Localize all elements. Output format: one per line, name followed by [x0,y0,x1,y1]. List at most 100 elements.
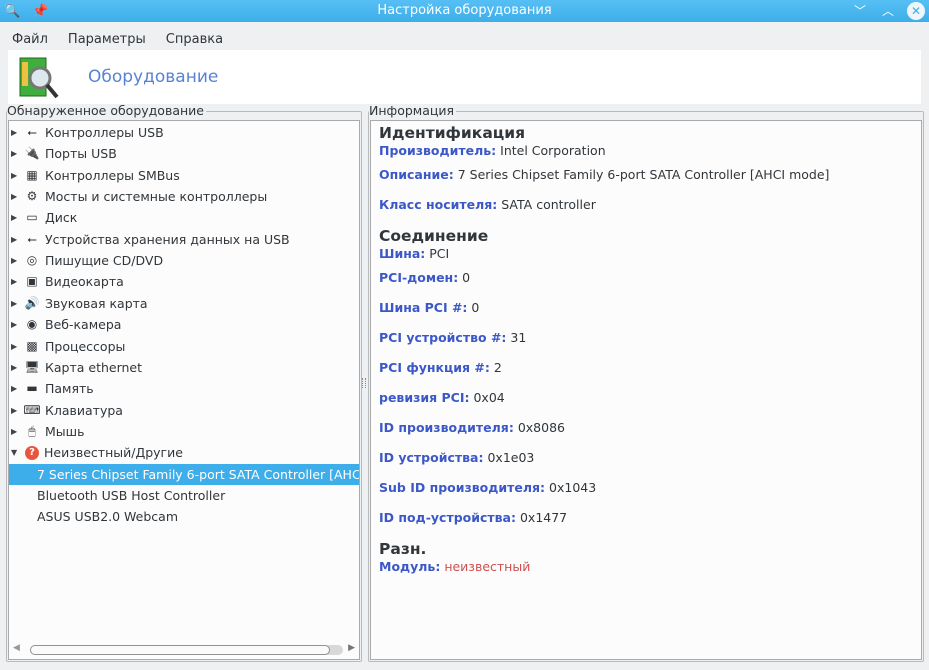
splitter-handle[interactable] [362,378,366,388]
info-field: Класс носителя: SATA controller [379,190,829,220]
info-field: Модуль: неизвестный [379,558,829,576]
field-label: Описание: [379,167,454,182]
tree-item[interactable]: ▶ ◉ Веб-камера [9,314,359,335]
tree-item[interactable]: ▶ ⚙ Мосты и системные контроллеры [9,186,359,207]
minimize-button[interactable]: ﹀ [851,2,869,20]
window-title: Настройка оборудования [377,3,552,18]
information-group: Информация Идентификация Производитель: I… [368,104,924,662]
tree-item[interactable]: ▶ 🖥 Карта ethernet [9,357,359,378]
tree-item[interactable]: ▶ ⭠ Контроллеры USB [9,122,359,143]
expand-right-icon[interactable]: ▶ [11,293,21,314]
expand-right-icon[interactable]: ▶ [11,378,21,399]
expand-right-icon[interactable]: ▶ [11,207,21,228]
close-button[interactable]: ✕ [907,2,925,20]
field-label: ревизия PCI: [379,390,470,405]
tree-item-label: Мышь [45,423,85,439]
page-title: Оборудование [88,67,219,87]
field-label: ID под-устройства: [379,510,516,525]
field-value: 0x04 [473,390,505,405]
field-value: Intel Corporation [500,143,606,158]
pin-icon[interactable]: 📌 [32,1,48,22]
horizontal-scrollbar[interactable]: ◀ ▶ [11,643,357,657]
expand-right-icon[interactable]: ▶ [11,250,21,271]
expand-right-icon[interactable]: ▶ [11,336,21,357]
expand-right-icon[interactable]: ▶ [11,143,21,164]
field-value: неизвестный [444,559,531,574]
tree-item-label: Диск [45,210,78,226]
usb-icon: ⭠ [27,125,37,139]
app-icon: 🔍 [4,4,21,19]
expand-right-icon[interactable]: ▶ [11,186,21,207]
tree-item-label: Клавиатура [45,402,123,418]
memory-icon: ▬ [26,381,38,396]
expand-right-icon[interactable]: ▶ [11,421,21,442]
tree-item[interactable]: ▶ ▬ Память [9,378,359,399]
field-label: PCI устройство #: [379,330,507,345]
usb-port-icon: 🔌 [24,146,40,161]
field-label: ID устройства: [379,450,484,465]
expand-right-icon[interactable]: ▶ [11,357,21,378]
field-label: PCI-домен: [379,270,459,285]
tree-item[interactable]: ▶ ▣ Видеокарта [9,271,359,292]
tree-item[interactable]: ▶ ▩ Процессоры [9,336,359,357]
cd-icon: ◎ [26,253,38,268]
tree-item-label: Память [45,381,94,397]
disk-icon: ▭ [26,210,38,225]
field-label: Sub ID производителя: [379,480,546,495]
hardware-tree[interactable]: ASUS USB2.0 Webcam Bluetooth USB Host Con… [8,120,360,660]
expand-right-icon[interactable]: ▶ [11,271,21,292]
section-heading: Разн. [379,540,427,558]
field-label: ID производителя: [379,420,514,435]
scroll-right-icon[interactable]: ▶ [348,643,355,653]
field-value: 0x1e03 [487,450,535,465]
tree-item-label: Карта ethernet [45,359,143,375]
expand-right-icon[interactable]: ▶ [11,229,21,250]
field-label: Класс носителя: [379,197,498,212]
expand-right-icon[interactable]: ▶ [11,165,21,186]
scroll-thumb[interactable] [30,645,330,655]
tree-item[interactable]: ASUS USB2.0 Webcam [9,506,359,527]
field-value: 0x8086 [517,420,565,435]
tree-item[interactable]: ▶ 🔌 Порты USB [9,143,359,164]
page-header: Оборудование [8,50,921,104]
tree-item[interactable]: ▶ ▭ Диск [9,207,359,228]
field-label: Модуль: [379,559,441,574]
scroll-left-icon[interactable]: ◀ [13,643,20,653]
field-value: SATA controller [501,197,596,212]
field-value: 0 [471,300,480,315]
keyboard-icon: ⌨ [23,402,41,417]
tree-item[interactable]: ▶ 🔊 Звуковая карта [9,293,359,314]
tree-item-label: Мосты и системные контроллеры [45,189,268,205]
tree-item[interactable]: ▶ ◎ Пишущие CD/DVD [9,250,359,271]
expand-down-icon[interactable]: ▼ [11,442,21,463]
expand-right-icon[interactable]: ▶ [11,314,21,335]
field-value: 7 Series Chipset Family 6-port SATA Cont… [457,167,830,182]
info-field: ID устройства: 0x1e03 [379,443,829,473]
expand-right-icon[interactable]: ▶ [11,122,21,143]
tree-item[interactable]: 7 Series Chipset Family 6-port SATA Cont… [9,463,359,485]
tree-item[interactable]: ▶ ▦ Контроллеры SMBus [9,165,359,186]
tree-item[interactable]: ▶ ⭠ Устройства хранения данных на USB [9,229,359,250]
info-field: Шина: PCI [379,245,829,263]
information-panel: Идентификация Производитель: Intel Corpor… [370,120,922,660]
field-value: 31 [510,330,527,345]
menu-file[interactable]: Файл [0,28,56,50]
maximize-button[interactable]: ︿ [879,2,897,20]
menu-bar: Файл Параметры Справка [0,28,231,50]
field-value: 0x1477 [519,510,568,525]
menu-settings[interactable]: Параметры [56,28,154,50]
tree-item[interactable]: ▶ ⌨ Клавиатура [9,400,359,421]
info-field: ID под-устройства: 0x1477 [379,503,829,533]
hardware-logo-icon [19,57,59,99]
expand-right-icon[interactable]: ▶ [11,400,21,421]
info-field: ID производителя: 0x8086 [379,413,829,443]
tree-item[interactable]: Bluetooth USB Host Controller [9,485,359,506]
info-field: Производитель: Intel Corporation [379,142,829,160]
smbus-icon: ▦ [26,167,38,182]
tree-item-label: Bluetooth USB Host Controller [37,487,226,503]
menu-help[interactable]: Справка [154,28,231,50]
tree-item[interactable]: ▶ 🖱 Мышь [9,421,359,442]
tree-item-label: Контроллеры USB [45,125,164,140]
tree-item[interactable]: ▼? Неизвестный/Другие [9,442,359,463]
tree-item-label: Контроллеры SMBus [45,167,180,183]
